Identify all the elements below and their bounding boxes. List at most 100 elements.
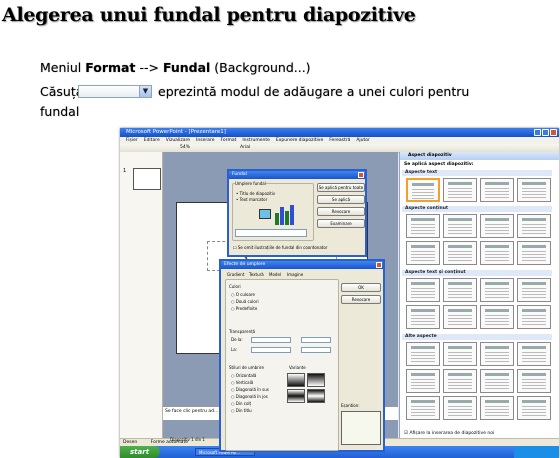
section-content-layouts: Aspecte conținut bbox=[402, 206, 552, 212]
tab-pattern[interactable]: Model bbox=[269, 272, 281, 277]
radio-diagonal-down[interactable]: Diagonală în jos bbox=[231, 394, 268, 399]
cancel-button[interactable]: Revocare bbox=[317, 207, 365, 216]
radio-preset[interactable]: Predefinite bbox=[231, 306, 258, 311]
instruction-line-menu: Meniul Format --> Fundal (Background...) bbox=[40, 60, 311, 75]
variant-swatch[interactable] bbox=[287, 373, 305, 387]
layout-thumbnail[interactable] bbox=[480, 396, 514, 420]
layout-thumbnail[interactable] bbox=[443, 278, 477, 302]
layout-thumbnail[interactable] bbox=[406, 396, 440, 420]
apply-all-button[interactable]: Se aplică pentru toate bbox=[317, 183, 365, 192]
zoom-select[interactable]: 54% bbox=[180, 144, 190, 152]
taskpane-title: Aspect diapozitiv bbox=[400, 152, 559, 160]
layout-thumbnail[interactable] bbox=[480, 214, 514, 238]
close-icon[interactable] bbox=[358, 172, 364, 178]
maximize-icon[interactable] bbox=[542, 129, 549, 136]
menu-item-view[interactable]: Vizualizare bbox=[166, 138, 190, 143]
dropdown-arrow-icon[interactable]: ▼ bbox=[139, 86, 151, 97]
radio-from-title[interactable]: Din titlu bbox=[231, 408, 252, 413]
layout-thumbnail[interactable] bbox=[480, 278, 514, 302]
layout-thumbnail[interactable] bbox=[480, 241, 514, 265]
layout-thumbnail[interactable] bbox=[406, 342, 440, 366]
ok-button[interactable]: OK bbox=[341, 283, 381, 292]
from-value-field[interactable] bbox=[301, 337, 331, 343]
fill-effects-title: Efecte de umplere bbox=[224, 262, 266, 267]
radio-one-color[interactable]: O culoare bbox=[231, 292, 255, 297]
tab-gradient[interactable]: Gradient bbox=[227, 272, 244, 277]
menu-item-edit[interactable]: Editare bbox=[144, 138, 160, 143]
cancel-button[interactable]: Revocare bbox=[341, 295, 381, 304]
layout-thumbnail[interactable] bbox=[517, 278, 551, 302]
start-button[interactable]: start bbox=[120, 446, 160, 458]
layout-thumbnail[interactable] bbox=[443, 214, 477, 238]
section-text-layouts: Aspecte text bbox=[402, 170, 552, 176]
layout-thumbnail[interactable] bbox=[406, 305, 440, 329]
menu-item-insert[interactable]: Inserare bbox=[196, 138, 214, 143]
variant-swatch[interactable] bbox=[307, 389, 325, 403]
layout-thumbnail[interactable] bbox=[517, 178, 551, 202]
layout-thumbnail[interactable] bbox=[443, 396, 477, 420]
window-title: Microsoft PowerPoint - [Prezentare1] bbox=[126, 129, 226, 135]
layout-thumbnail[interactable] bbox=[406, 214, 440, 238]
instruction-line-fundal: fundal bbox=[40, 104, 80, 119]
layout-thumbnail[interactable] bbox=[517, 369, 551, 393]
layout-thumbnail[interactable] bbox=[406, 278, 440, 302]
radio-two-colors[interactable]: Două culori bbox=[231, 299, 259, 304]
page-heading: Alegerea unui fundal pentru diapozitive bbox=[2, 4, 416, 26]
layout-thumbnail[interactable] bbox=[443, 342, 477, 366]
layout-thumbnail[interactable] bbox=[406, 369, 440, 393]
menu-item-slideshow[interactable]: Expunere diapozitive bbox=[276, 138, 323, 143]
layout-thumbnail[interactable] bbox=[517, 396, 551, 420]
layout-thumbnail[interactable] bbox=[517, 214, 551, 238]
variant-swatch[interactable] bbox=[287, 389, 305, 403]
slide-layout-taskpane: Aspect diapozitiv Se aplică aspect diapo… bbox=[399, 152, 559, 438]
layout-thumbnail[interactable] bbox=[443, 178, 477, 202]
close-icon[interactable] bbox=[376, 262, 382, 268]
preview-button[interactable]: Examinare bbox=[317, 219, 365, 228]
menu-item-tools[interactable]: Instrumente bbox=[242, 138, 270, 143]
font-select[interactable]: Arial bbox=[240, 144, 250, 152]
instruction-line-combo-prefix: Căsuța bbox=[40, 84, 84, 99]
to-slider[interactable] bbox=[251, 347, 291, 353]
from-slider[interactable] bbox=[251, 337, 291, 343]
radio-vertical[interactable]: Verticală bbox=[231, 380, 253, 385]
layout-thumbnail[interactable] bbox=[443, 369, 477, 393]
layout-thumbnail[interactable] bbox=[480, 369, 514, 393]
layout-thumbnail[interactable] bbox=[443, 305, 477, 329]
layout-thumbnail[interactable] bbox=[443, 241, 477, 265]
apply-button[interactable]: Se aplică bbox=[317, 195, 365, 204]
omit-master-graphics-label: Se omit ilustrațiile de fundal din coord… bbox=[237, 245, 328, 250]
fill-effects-titlebar: Efecte de umplere bbox=[221, 261, 383, 269]
tab-picture[interactable]: Imagine bbox=[287, 272, 303, 277]
powerpoint-screenshot: Microsoft PowerPoint - [Prezentare1] Fiș… bbox=[120, 128, 559, 458]
menu-item-help[interactable]: Ajutor bbox=[356, 138, 370, 143]
variant-swatch[interactable] bbox=[307, 373, 325, 387]
slide-thumbnail[interactable] bbox=[133, 168, 161, 190]
radio-from-corner[interactable]: Din colț bbox=[231, 401, 251, 406]
fill-color-dropdown[interactable] bbox=[235, 229, 307, 237]
close-icon[interactable] bbox=[550, 129, 557, 136]
layout-thumbnail[interactable] bbox=[480, 342, 514, 366]
option-title-slide-label: Titlu de diapozitiv bbox=[239, 191, 276, 196]
minimize-icon[interactable] bbox=[534, 129, 541, 136]
radio-diagonal-up[interactable]: Diagonală în sus bbox=[231, 387, 269, 392]
show-on-insert-checkbox[interactable]: ☑ Afișare la inserarea de diapozitive no… bbox=[404, 431, 494, 436]
section-text-content-layouts: Aspecte text și conținut bbox=[402, 270, 552, 276]
menu-item-format[interactable]: Format bbox=[221, 138, 237, 143]
color-combo-box[interactable]: ▼ bbox=[78, 85, 152, 98]
omit-master-graphics-checkbox[interactable]: ☐ Se omit ilustrațiile de fundal din coo… bbox=[233, 245, 327, 250]
layout-thumbnail[interactable] bbox=[517, 305, 551, 329]
layout-thumbnail[interactable] bbox=[517, 342, 551, 366]
fundal-dialog-titlebar: Fundal bbox=[229, 171, 365, 179]
menu-fundal-label: Fundal bbox=[162, 60, 211, 75]
radio-horizontal[interactable]: Orizontală bbox=[231, 373, 257, 378]
layout-thumbnail[interactable] bbox=[406, 241, 440, 265]
layout-thumbnail[interactable] bbox=[517, 241, 551, 265]
sample-label: Eșantion: bbox=[341, 403, 360, 408]
to-value-field[interactable] bbox=[301, 347, 331, 353]
layout-thumbnail[interactable] bbox=[480, 305, 514, 329]
layout-thumbnail[interactable] bbox=[480, 178, 514, 202]
layout-thumbnail[interactable] bbox=[406, 178, 440, 202]
tab-texture[interactable]: Textură bbox=[249, 272, 264, 277]
menu-item-window[interactable]: Fereastră bbox=[329, 138, 350, 143]
menu-item-file[interactable]: Fișier bbox=[126, 138, 138, 143]
